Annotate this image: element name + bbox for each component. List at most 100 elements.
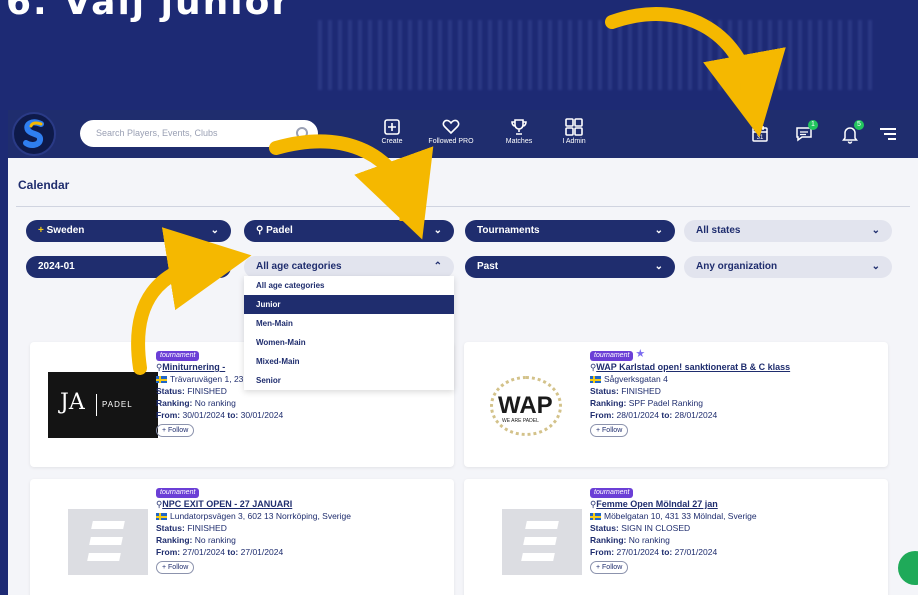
padel-logo-text: PADEL bbox=[102, 400, 133, 409]
nav-followed-pro[interactable]: Followed PRO bbox=[426, 116, 476, 145]
dropdown-option[interactable]: Senior bbox=[244, 371, 454, 390]
annotation-number: 3 bbox=[210, 244, 223, 265]
dropdown-option[interactable]: Men-Main bbox=[244, 314, 454, 333]
to-label: to: bbox=[227, 547, 239, 557]
organization-select-value: Any organization bbox=[696, 261, 778, 272]
background-decoration bbox=[318, 20, 878, 90]
event-title-link[interactable]: Miniturnering - bbox=[162, 362, 225, 372]
menu-icon bbox=[880, 128, 896, 140]
calendar-button[interactable]: 31 bbox=[750, 124, 770, 148]
event-ranking: No ranking bbox=[194, 398, 236, 408]
chevron-down-icon: ⌄ bbox=[871, 225, 880, 236]
event-card[interactable]: WAP WE ARE PADEL tournament ★ ⚲WAP Karlst… bbox=[464, 342, 888, 467]
follow-button[interactable]: + Follow bbox=[156, 424, 195, 437]
dropdown-option-selected[interactable]: Junior bbox=[244, 295, 454, 314]
follow-button[interactable]: + Follow bbox=[590, 424, 629, 437]
nav-followed-pro-label: Followed PRO bbox=[428, 138, 474, 145]
status-label: Status: bbox=[590, 386, 619, 396]
age-category-select[interactable]: All age categories ⌃ bbox=[244, 256, 454, 278]
annotation-number: 2 bbox=[398, 205, 411, 226]
month-select-value: 2024-01 bbox=[38, 261, 75, 272]
event-to: 28/01/2024 bbox=[674, 410, 718, 420]
sweden-flag-icon: + bbox=[38, 225, 44, 236]
event-to: 30/01/2024 bbox=[240, 410, 284, 420]
notifications-badge: 5 bbox=[854, 120, 864, 130]
event-address: Möbelgatan 10, 431 33 Mölndal, Sverige bbox=[604, 511, 757, 521]
app-window: Search Players, Events, Clubs Create Fol… bbox=[8, 110, 918, 595]
star-icon: ★ bbox=[635, 348, 646, 360]
placeholder-logo bbox=[502, 509, 582, 575]
nav-create[interactable]: Create bbox=[374, 116, 410, 145]
ja-logo-mark: JA bbox=[60, 390, 85, 415]
top-navbar: Search Players, Events, Clubs Create Fol… bbox=[8, 110, 918, 158]
sport-select[interactable]: ⚲ Padel ⌄ bbox=[244, 220, 454, 242]
event-info: tournament ⚲NPC EXIT OPEN - 27 JANUARI L… bbox=[156, 485, 446, 574]
event-type-select[interactable]: Tournaments ⌄ bbox=[465, 220, 675, 242]
ranking-label: Ranking: bbox=[156, 535, 193, 545]
grid-icon bbox=[565, 118, 583, 136]
event-from: 28/01/2024 bbox=[616, 410, 660, 420]
follow-button[interactable]: + Follow bbox=[156, 561, 195, 574]
state-select-value: All states bbox=[696, 225, 741, 236]
messages-badge: 1 bbox=[808, 120, 818, 130]
messages-button[interactable]: 1 bbox=[794, 120, 818, 148]
dropdown-option[interactable]: Women-Main bbox=[244, 333, 454, 352]
pin-icon: ⚲ bbox=[256, 225, 264, 236]
time-select[interactable]: Past ⌄ bbox=[465, 256, 675, 278]
event-to: 27/01/2024 bbox=[240, 547, 284, 557]
event-ranking: No ranking bbox=[628, 535, 670, 545]
time-select-value: Past bbox=[477, 261, 499, 272]
app-logo[interactable] bbox=[12, 112, 56, 156]
event-title-link[interactable]: NPC EXIT OPEN - 27 JANUARI bbox=[162, 499, 292, 509]
event-tag: tournament bbox=[156, 351, 200, 361]
to-label: to: bbox=[661, 547, 673, 557]
logo-divider bbox=[96, 394, 97, 416]
dropdown-option[interactable]: Mixed-Main bbox=[244, 352, 454, 371]
nav-matches[interactable]: Matches bbox=[499, 116, 539, 145]
country-select[interactable]: + Sweden ⌄ bbox=[26, 220, 231, 242]
heart-icon bbox=[442, 119, 460, 135]
organization-select[interactable]: Any organization ⌄ bbox=[684, 256, 892, 278]
follow-button[interactable]: + Follow bbox=[590, 561, 629, 574]
event-ranking: No ranking bbox=[194, 535, 236, 545]
ranking-label: Ranking: bbox=[156, 398, 193, 408]
dropdown-option[interactable]: All age categories bbox=[244, 276, 454, 295]
event-info: tournament ⚲Femme Open Mölndal 27 jan Mö… bbox=[590, 485, 880, 574]
nav-admin[interactable]: I Admin bbox=[556, 116, 592, 145]
ranking-label: Ranking: bbox=[590, 535, 627, 545]
event-from: 30/01/2024 bbox=[182, 410, 226, 420]
from-label: From: bbox=[156, 547, 181, 557]
chat-support-button[interactable] bbox=[898, 551, 918, 585]
from-label: From: bbox=[156, 410, 181, 420]
search-input[interactable]: Search Players, Events, Clubs bbox=[80, 120, 318, 147]
status-label: Status: bbox=[590, 523, 619, 533]
notifications-button[interactable]: 5 bbox=[840, 120, 864, 148]
sweden-flag-icon bbox=[156, 376, 167, 384]
page-title: Calendar bbox=[18, 178, 70, 192]
from-label: From: bbox=[590, 410, 615, 420]
state-select[interactable]: All states ⌄ bbox=[684, 220, 892, 242]
menu-button[interactable] bbox=[878, 124, 898, 148]
event-ranking: SPF Padel Ranking bbox=[628, 398, 703, 408]
age-category-dropdown: All age categories Junior Men-Main Women… bbox=[244, 276, 454, 390]
event-logo bbox=[48, 509, 158, 575]
event-title-link[interactable]: Femme Open Mölndal 27 jan bbox=[596, 499, 718, 509]
event-status: FINISHED bbox=[187, 523, 227, 533]
search-icon bbox=[296, 127, 308, 139]
to-label: to: bbox=[227, 410, 239, 420]
event-card[interactable]: tournament ⚲NPC EXIT OPEN - 27 JANUARI L… bbox=[30, 479, 454, 595]
event-tag: tournament bbox=[590, 488, 634, 498]
event-title-link[interactable]: WAP Karlstad open! sanktionerat B & C kl… bbox=[596, 362, 790, 372]
wap-logo-text: WAP bbox=[498, 392, 553, 419]
nav-admin-label: I Admin bbox=[562, 138, 586, 145]
event-logo bbox=[482, 509, 592, 575]
wap-logo-subtitle: WE ARE PADEL bbox=[502, 418, 539, 424]
event-logo: JA PADEL bbox=[48, 372, 158, 438]
placeholder-logo bbox=[68, 509, 148, 575]
event-tag: tournament bbox=[156, 488, 200, 498]
to-label: to: bbox=[661, 410, 673, 420]
chevron-down-icon: ⌄ bbox=[210, 225, 219, 236]
event-card[interactable]: tournament ⚲Femme Open Mölndal 27 jan Mö… bbox=[464, 479, 888, 595]
chevron-down-icon: ⌄ bbox=[871, 261, 880, 272]
month-select[interactable]: 2024-01 bbox=[26, 256, 231, 278]
